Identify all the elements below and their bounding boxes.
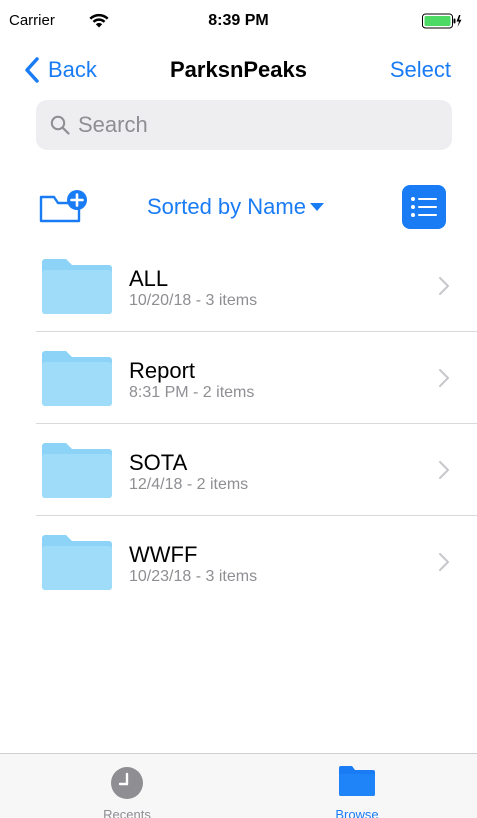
folder-icon <box>42 535 112 590</box>
search-bar[interactable] <box>36 100 452 150</box>
folder-name: SOTA <box>129 450 188 475</box>
status-bar: Carrier 8:39 PM <box>0 0 477 40</box>
folder-meta: 10/23/18 - 3 items <box>129 568 258 585</box>
sort-label: Sorted by Name <box>147 194 306 219</box>
select-button[interactable]: Select <box>390 57 451 83</box>
status-time: 8:39 PM <box>208 12 269 29</box>
folder-icon <box>42 259 112 314</box>
list-view-button[interactable] <box>402 185 446 229</box>
browse-toolbar: Sorted by Name <box>0 183 477 231</box>
folder-list: ALL 10/20/18 - 3 items Report 8:31 PM - … <box>0 240 477 608</box>
chevron-right-icon <box>439 277 449 295</box>
folder-meta: 8:31 PM - 2 items <box>129 384 255 401</box>
battery-icon <box>422 13 462 29</box>
navigation-bar: Back ParksnPeaks Select <box>0 48 477 92</box>
folder-row-report[interactable]: Report 8:31 PM - 2 items <box>0 332 477 424</box>
new-folder-icon[interactable] <box>38 189 88 225</box>
search-icon <box>50 115 70 135</box>
folder-name: WWFF <box>129 542 198 567</box>
folder-icon <box>339 766 375 796</box>
caret-down-icon <box>309 203 324 211</box>
folder-meta: 12/4/18 - 2 items <box>129 476 249 493</box>
tab-label: Browse <box>335 807 379 818</box>
tab-recents[interactable]: Recents <box>8 754 246 818</box>
sort-button[interactable]: Sorted by Name <box>147 194 324 220</box>
tab-bar: Recents Browse <box>0 753 477 818</box>
folder-icon <box>42 351 112 406</box>
tab-label: Recents <box>103 807 151 818</box>
folder-row-wwff[interactable]: WWFF 10/23/18 - 3 items <box>0 516 477 608</box>
folder-name: Report <box>129 358 196 383</box>
tab-browse[interactable]: Browse <box>238 754 476 818</box>
folder-row-all[interactable]: ALL 10/20/18 - 3 items <box>0 240 477 332</box>
folder-icon <box>42 443 112 498</box>
chevron-right-icon <box>439 553 449 571</box>
chevron-right-icon <box>439 461 449 479</box>
clock-icon <box>111 767 143 799</box>
folder-row-sota[interactable]: SOTA 12/4/18 - 2 items <box>0 424 477 516</box>
chevron-right-icon <box>439 369 449 387</box>
search-input[interactable] <box>78 112 418 138</box>
list-icon <box>411 197 437 217</box>
folder-name: ALL <box>129 266 169 291</box>
folder-meta: 10/20/18 - 3 items <box>129 292 258 309</box>
